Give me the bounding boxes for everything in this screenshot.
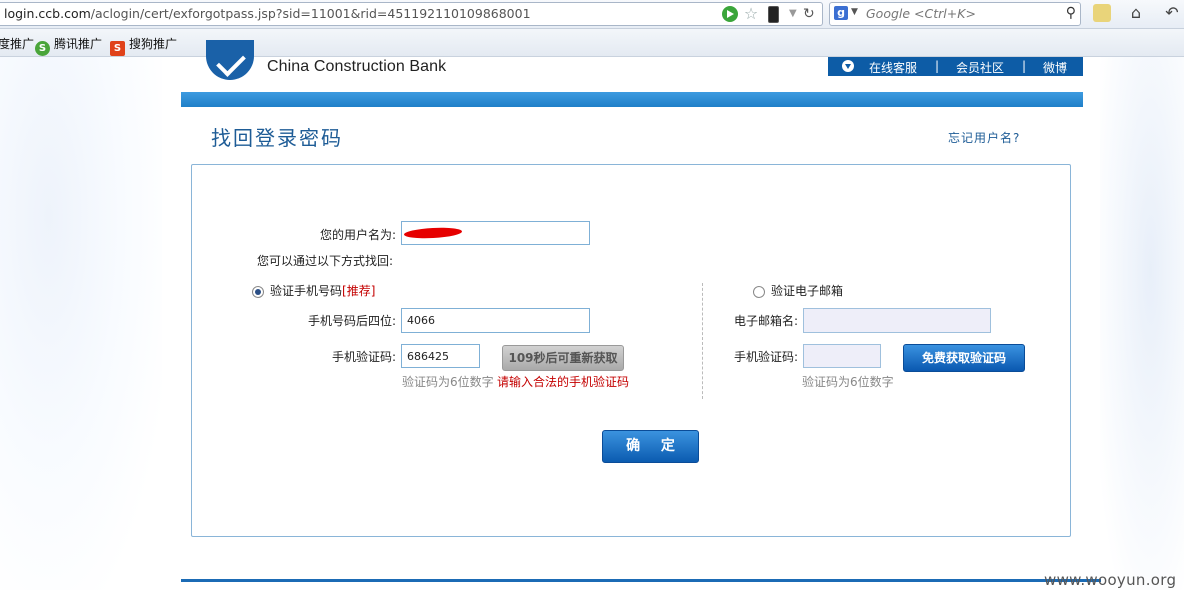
email-code-label: 手机验证码: (733, 350, 798, 364)
recover-intro: 您可以通过以下方式找回: (257, 254, 394, 268)
phone-last4-label: 手机号码后四位: (307, 314, 396, 328)
get-code-button[interactable]: 免费获取验证码 (903, 344, 1025, 372)
back-icon[interactable]: ↶ (1163, 4, 1181, 22)
phone-last4-input[interactable] (401, 308, 590, 333)
search-box[interactable]: g ▼ Google <Ctrl+K> ⚲ (829, 2, 1081, 26)
nav-member-community[interactable]: 会员社区 (956, 59, 1004, 76)
address-bar[interactable]: login.ccb.com/aclogin/cert/exforgotpass.… (0, 2, 823, 26)
email-input[interactable] (803, 308, 991, 333)
address-url[interactable]: login.ccb.com/aclogin/cert/exforgotpass.… (4, 6, 531, 21)
email-code-input[interactable] (803, 344, 881, 368)
bookmarks-bar: 度推广 S 腾讯推广 S 搜狗推广 (0, 29, 1184, 57)
phone-code-input[interactable] (401, 344, 480, 368)
sogou-icon: S (110, 41, 125, 56)
nav-weibo[interactable]: 微博 (1043, 59, 1067, 76)
resend-code-button[interactable]: 109秒后可重新获取 (502, 345, 624, 371)
submit-button[interactable]: 确 定 (602, 430, 699, 463)
bookmark-item[interactable]: 度推广 (0, 35, 34, 52)
search-icon[interactable]: ⚲ (1066, 5, 1076, 21)
go-icon[interactable] (722, 6, 738, 22)
tencent-icon: S (35, 41, 50, 56)
search-engine-dropdown-icon[interactable]: ▼ (851, 7, 858, 17)
watermark: www.wooyun.org (1044, 571, 1177, 589)
google-icon[interactable]: g (834, 6, 848, 20)
ccb-logo-icon[interactable] (206, 40, 254, 80)
email-code-hint: 验证码为6位数字 (802, 375, 894, 389)
nav-separator: | (935, 59, 940, 73)
bookmark-item[interactable]: S 腾讯推广 (35, 35, 102, 56)
brand-name: China Construction Bank (267, 58, 447, 75)
recommend-tag: [推荐] (342, 284, 376, 298)
top-nav: 在线客服 | 会员社区 | 微博 (828, 57, 1083, 76)
home-icon[interactable]: ⌂ (1127, 4, 1145, 22)
left-background (0, 57, 162, 590)
forgot-username-link[interactable]: 忘记用户名? (948, 129, 1020, 146)
username-label: 您的用户名为: (319, 228, 396, 242)
phone-code-hint: 验证码为6位数字 (402, 375, 494, 389)
reload-icon[interactable]: ↻ (803, 6, 819, 22)
footer-line (181, 579, 1101, 582)
phone-code-label: 手机验证码: (331, 350, 396, 364)
email-option-radio[interactable] (753, 286, 765, 298)
page-title: 找回登录密码 (211, 126, 343, 150)
phone-option-label[interactable]: 验证手机号码[推荐] (270, 282, 375, 299)
bookmark-item[interactable]: S 搜狗推广 (110, 35, 177, 56)
email-label: 电子邮箱名: (733, 314, 798, 328)
right-background (1100, 57, 1184, 590)
email-option-label[interactable]: 验证电子邮箱 (771, 282, 843, 299)
header-bar (181, 92, 1083, 107)
nav-online-service[interactable]: 在线客服 (869, 59, 917, 76)
phone-code-error: 请输入合法的手机验证码 (497, 375, 630, 389)
nav-separator: | (1022, 59, 1027, 73)
mobile-icon[interactable] (768, 6, 779, 23)
browser-toolbar: login.ccb.com/aclogin/cert/exforgotpass.… (0, 0, 1184, 29)
search-input[interactable]: Google <Ctrl+K> (866, 6, 976, 21)
bookmark-star-icon[interactable]: ☆ (743, 6, 759, 22)
chevron-down-icon (842, 60, 854, 72)
extension-icon[interactable] (1093, 4, 1111, 22)
phone-option-radio[interactable] (252, 286, 264, 298)
option-divider (702, 283, 703, 399)
